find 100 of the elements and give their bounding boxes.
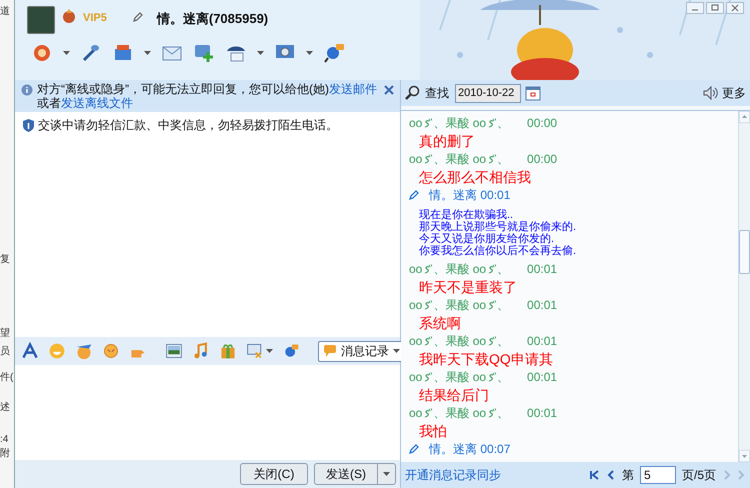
message-text: 怎么那么不相信我 [418,168,532,187]
message-header: 情。迷离 00:01 [429,187,510,203]
message-text: 昨天不是重装了 [418,278,518,297]
search-icon[interactable] [405,85,421,101]
send-mail-link[interactable]: 发送邮件 [328,82,377,96]
calendar-icon[interactable] [525,85,541,101]
screenshot-icon[interactable] [246,342,264,360]
squiggle-sign-icon [423,300,432,310]
sender-name-text: 、果酸 oo [433,115,486,131]
squiggle-sign-icon [423,118,432,128]
sender-name-text: 、 [497,405,510,421]
sender-name-text: 、果酸 oo [433,151,486,167]
sync-history-link[interactable]: 开通消息记录同步 [405,466,501,484]
sender-name-text: 、果酸 oo [433,261,486,277]
sender-name-text: 、果酸 oo [433,297,486,313]
message-time: 00:01 [527,405,558,421]
close-icon[interactable] [384,85,394,95]
caret-icon[interactable] [266,349,273,353]
sender-name-text: 、 [497,297,510,313]
pencil-icon [409,444,419,454]
message-text: 系统啊 [418,314,462,333]
page-field[interactable]: 5 [640,466,676,484]
squiggle-sign-icon [487,300,496,310]
gift-icon[interactable] [219,342,237,360]
font-icon[interactable] [21,342,39,360]
caret-icon[interactable] [63,51,70,55]
background-window-text: :4 [0,434,10,446]
message-text: 你要我怎么信你以后不会再去偷. [419,245,578,257]
sender-name-text: oo [409,369,422,385]
video-camera-icon[interactable] [31,42,53,64]
date-field[interactable]: 2010-10-22 [455,84,521,102]
squiggle-sign-icon [487,408,496,418]
add-chat-icon[interactable] [193,42,215,64]
caret-icon[interactable] [257,51,264,55]
chat-bubble-icon [323,344,337,358]
message-text: 真的删了 [418,132,476,151]
first-page-icon[interactable] [590,470,600,480]
sender-name-text: oo [409,405,422,421]
caret-icon[interactable] [306,51,313,55]
offline-notice-text: 对方“离线或隐身”，可能无法立即回复，您可以给他(她)发送邮件 或者发送离线文件 [37,82,378,110]
squiggle-sign-icon [423,408,432,418]
message-text: 我昨天下载QQ申请其 [418,350,554,369]
message-text: 我怕 [418,422,448,441]
window-title: 情。迷离(7085959) [156,10,268,28]
caret-icon[interactable] [393,349,400,353]
send-offline-file-link[interactable]: 发送离线文件 [61,96,133,110]
background-window-text: 附 [0,448,11,460]
sender-name-text: oo [409,151,422,167]
squiggle-sign-icon [423,264,432,274]
background-window-text: 复 [0,254,11,266]
page-prefix: 第 [622,467,634,484]
message-input-field[interactable] [15,365,400,460]
caret-icon[interactable] [383,472,390,476]
scroll-up-icon[interactable] [739,111,750,123]
message-text: 今天又说是你朋友给你发的. [419,233,556,245]
sender-name-text: oo [409,261,422,277]
image-icon[interactable] [165,342,183,360]
scroll-down-icon[interactable] [739,450,750,462]
message-time: 00:00 [527,151,558,167]
squiggle-sign-icon [487,336,496,346]
vip-label: VIP5 [83,11,107,26]
caret-icon[interactable] [144,51,151,55]
sender-name-text: 、 [497,151,510,167]
sender-name-text: oo [409,115,422,131]
background-window-text: 员 [0,346,11,358]
sender-name-text: oo [409,297,422,313]
maximize-icon[interactable] [706,2,724,14]
close-icon[interactable] [726,2,744,14]
message-time: 00:01 [527,261,558,277]
speaker-icon[interactable] [702,85,718,101]
page-count: 页/5页 [682,467,716,484]
search-s-icon[interactable] [323,42,345,64]
squiggle-sign-icon [423,154,432,164]
more-button[interactable]: 更多 [722,84,746,102]
sender-name-text: 、果酸 oo [433,369,486,385]
squiggle-sign-icon [423,372,432,382]
info-icon [21,84,33,96]
microphone-icon[interactable] [80,42,102,64]
pencil-icon [132,12,143,22]
scroll-thumb[interactable] [739,230,750,274]
music-note-icon[interactable] [192,342,210,360]
message-text: 结果给后门 [418,386,490,405]
message-time: 00:01 [527,333,558,349]
scrollbar[interactable] [738,111,750,462]
background-window-text: 述 [0,402,11,414]
sender-name-text: oo [409,333,422,349]
previous-page-icon[interactable] [606,470,616,480]
message-text: 现在是你在欺骗我.. [419,209,514,221]
background-window-text: 望 [0,328,11,340]
close-button[interactable]: 关闭(C) [240,463,308,485]
message-time: 00:01 [527,369,558,385]
sender-name-text: 、 [497,115,510,131]
search-label[interactable]: 查找 [425,84,449,102]
dizzy-face-icon[interactable] [102,342,120,360]
avatar[interactable] [27,6,55,34]
sender-name-text: 、 [497,261,510,277]
background-window-text: 件( [0,372,14,384]
sender-name-text: 、果酸 oo [433,333,486,349]
minimize-icon[interactable] [686,2,704,14]
message-time: 00:01 [527,297,558,313]
